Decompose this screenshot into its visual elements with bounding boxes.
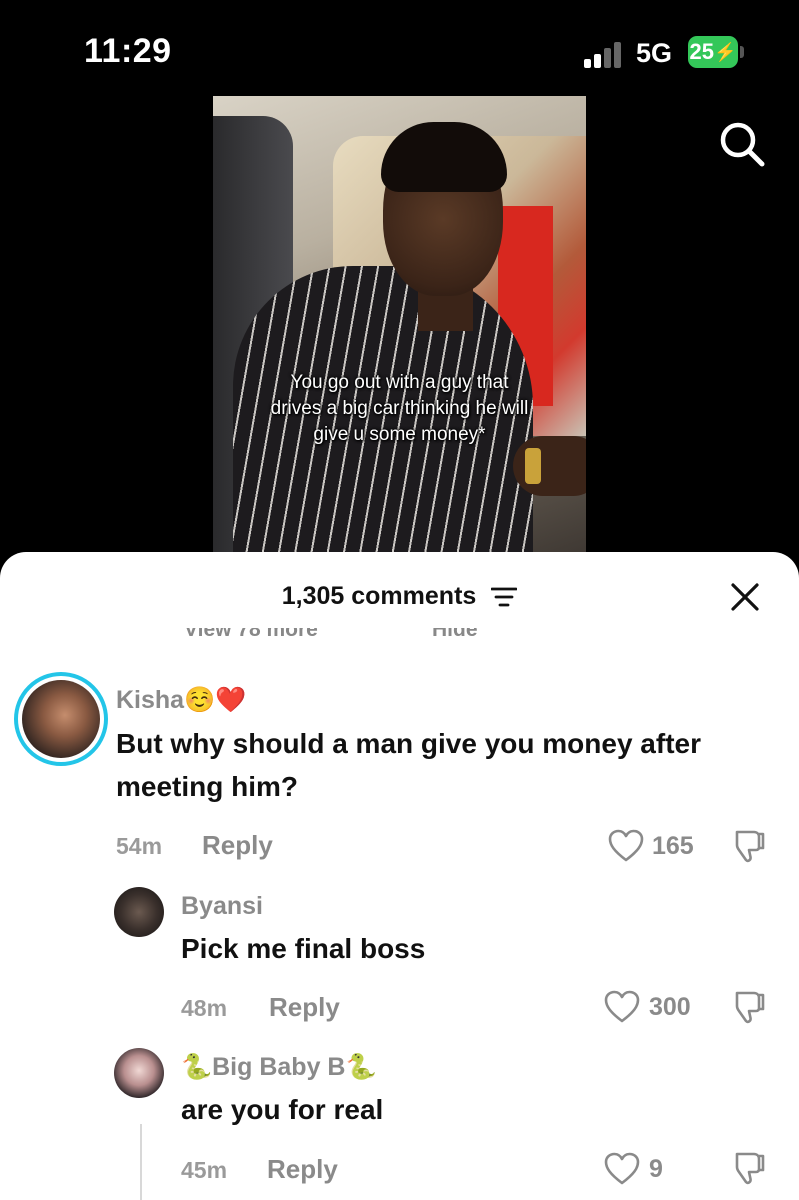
reply-button[interactable]: Reply [269, 992, 340, 1023]
heart-icon[interactable] [604, 1152, 640, 1186]
status-bar: 11:29 5G 25 ⚡ [0, 0, 799, 100]
battery-level: 25 [689, 39, 715, 64]
comments-sheet: 1,305 comments View 78 more Hide Kisha☺️… [0, 552, 799, 1200]
comment-time: 45m [181, 1157, 228, 1183]
reply-button[interactable]: Reply [202, 830, 273, 861]
comment-username[interactable]: Byansi [181, 892, 263, 921]
video-watch [525, 448, 541, 484]
comment-text: are you for real [181, 1094, 384, 1125]
avatar[interactable] [114, 887, 164, 937]
collapsed-replies-row: View 78 more Hide [0, 628, 799, 642]
like-count: 300 [649, 993, 691, 1021]
heart-icon[interactable] [604, 990, 640, 1024]
sort-icon[interactable] [490, 586, 518, 608]
comment-username[interactable]: 🐍Big Baby B🐍 [181, 1053, 377, 1082]
video-caption: You go out with a guy that drives a big … [213, 370, 586, 448]
comment-text: But why should a man give you money afte… [116, 722, 701, 808]
reply-button[interactable]: Reply [267, 1154, 338, 1185]
comment-username[interactable]: Kisha☺️❤️ [116, 686, 246, 715]
app-screen: 11:29 5G 25 ⚡ You go out with a guy that … [0, 0, 799, 1200]
close-icon[interactable] [728, 580, 762, 614]
avatar[interactable] [14, 672, 108, 766]
caption-line: You go out with a guy that [290, 372, 509, 393]
video-person-hair [381, 122, 507, 192]
heart-icon[interactable] [608, 829, 644, 863]
dislike-icon[interactable] [732, 1150, 768, 1186]
video-player[interactable]: You go out with a guy that drives a big … [213, 96, 586, 566]
battery-icon: 25 ⚡ [688, 36, 738, 68]
signal-icon [584, 40, 624, 68]
avatar[interactable] [114, 1048, 164, 1098]
like-count: 9 [649, 1155, 663, 1183]
comment-time: 48m [181, 995, 228, 1021]
comment-text-line: meeting him? [116, 771, 299, 802]
caption-line: drives a big car thinking he will [270, 398, 529, 419]
search-icon[interactable] [716, 118, 768, 170]
dislike-icon[interactable] [732, 989, 768, 1025]
comment-time: 54m [116, 833, 163, 859]
battery-cap [740, 46, 744, 58]
comment-text: Pick me final boss [181, 933, 426, 964]
comments-count-title: 1,305 comments [0, 582, 799, 611]
thread-line [140, 1124, 142, 1200]
view-more-replies-button[interactable]: View 78 more [184, 628, 318, 642]
comment-text-line: But why should a man give you money afte… [116, 728, 701, 759]
hide-replies-button[interactable]: Hide [432, 628, 478, 642]
network-label: 5G [636, 38, 673, 68]
comments-header: 1,305 comments [0, 552, 799, 628]
caption-line: give u some money* [313, 424, 486, 445]
like-count: 165 [652, 832, 694, 860]
comments-count-label: 1,305 comments [281, 582, 477, 610]
dislike-icon[interactable] [732, 828, 768, 864]
status-time: 11:29 [84, 32, 172, 70]
